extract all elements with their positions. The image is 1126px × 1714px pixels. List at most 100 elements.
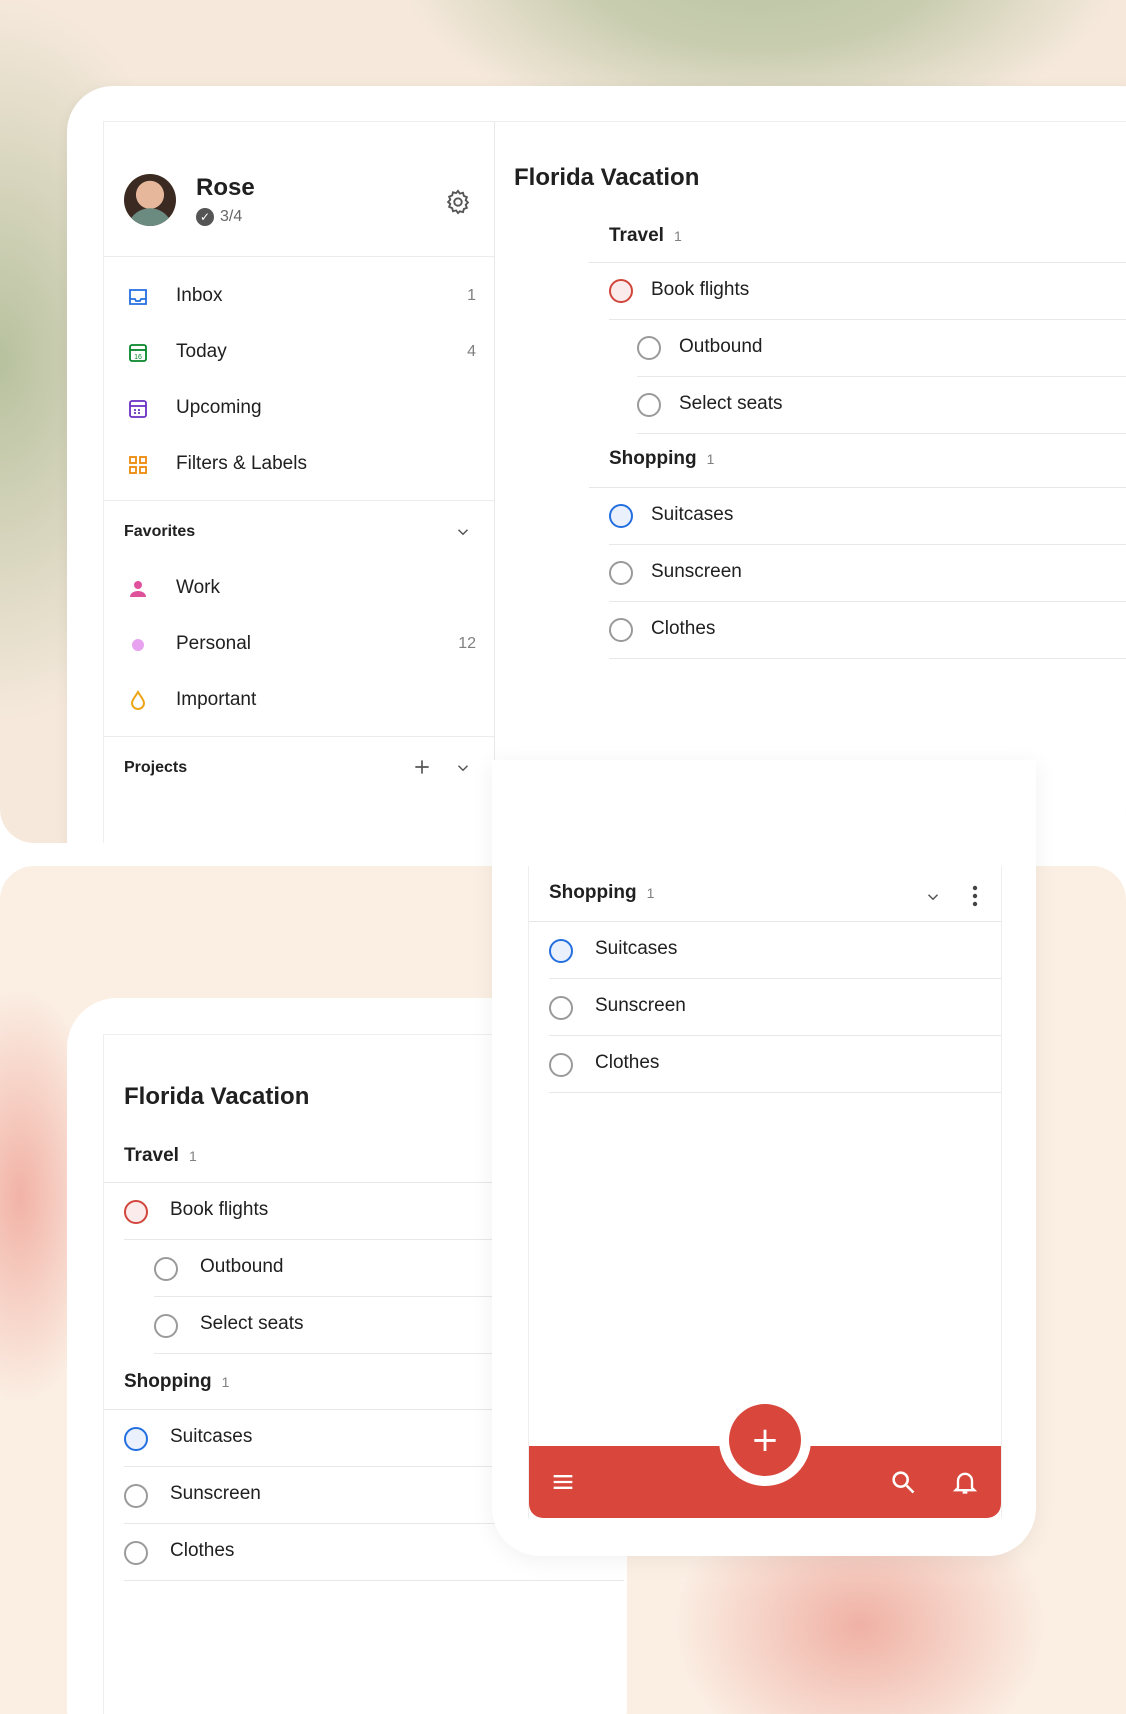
task-checkbox[interactable]	[124, 1484, 148, 1508]
task-title: Outbound	[679, 336, 763, 357]
bottom-app-bar: +	[529, 1394, 1001, 1518]
section-shopping[interactable]: Shopping 1	[549, 882, 654, 904]
task-title: Suitcases	[170, 1426, 253, 1447]
chevron-down-icon[interactable]	[454, 523, 472, 541]
section-count: 1	[706, 451, 715, 467]
task-checkbox[interactable]	[609, 561, 633, 585]
profile-name: Rose	[196, 174, 255, 201]
sidebar-item-filters-labels[interactable]: Filters & Labels	[104, 436, 494, 494]
task-title: Book flights	[651, 279, 750, 300]
profile-header[interactable]: Rose ✓ 3/4	[104, 122, 494, 257]
sidebar-item-today[interactable]: 16 Today 4	[104, 324, 494, 382]
task-row[interactable]: Sunscreen	[549, 979, 1001, 1036]
favorite-item-count: 12	[458, 635, 476, 652]
section-count: 1	[646, 885, 655, 901]
task-checkbox[interactable]	[549, 939, 573, 963]
subtask-row[interactable]: Outbound	[637, 320, 1126, 377]
task-checkbox[interactable]	[124, 1200, 148, 1224]
task-title: Clothes	[651, 618, 716, 639]
favorites-title: Favorites	[124, 523, 196, 540]
sidebar-item-count: 1	[467, 287, 476, 304]
task-title: Suitcases	[651, 504, 734, 525]
task-title: Select seats	[679, 393, 783, 414]
section-name: Shopping	[609, 448, 697, 469]
task-checkbox[interactable]	[154, 1314, 178, 1338]
section-name: Shopping	[549, 882, 637, 903]
karma-value: 3/4	[220, 208, 243, 225]
marketing-collage: Rose ✓ 3/4 Inbox 1 16 Today 4 Upcoming F…	[0, 0, 1126, 1714]
section-shopping[interactable]: Shopping 1	[124, 1371, 229, 1393]
task-row[interactable]: Suitcases	[609, 488, 1126, 545]
task-checkbox[interactable]	[637, 393, 661, 417]
more-icon[interactable]	[965, 884, 985, 908]
task-title: Clothes	[170, 1540, 235, 1561]
section-count: 1	[188, 1148, 197, 1164]
subtask-row[interactable]: Select seats	[637, 377, 1126, 434]
task-title: Suitcases	[595, 938, 678, 959]
favorite-item-label: Work	[176, 577, 220, 598]
section-count: 1	[221, 1374, 230, 1390]
phone-right-screen: Shopping 1 Suitcases Sunscreen Clothes +	[528, 866, 1002, 1518]
tablet-screen: Rose ✓ 3/4 Inbox 1 16 Today 4 Upcoming F…	[103, 121, 1126, 843]
menu-icon[interactable]	[549, 1468, 577, 1496]
bell-icon[interactable]	[951, 1468, 979, 1496]
task-checkbox[interactable]	[124, 1427, 148, 1451]
sidebar-item-inbox[interactable]: Inbox 1	[104, 268, 494, 326]
task-checkbox[interactable]	[124, 1541, 148, 1565]
project-view: Florida Vacation Travel 1 Book flights O…	[494, 122, 1126, 843]
task-checkbox[interactable]	[549, 996, 573, 1020]
section-travel[interactable]: Travel 1	[609, 225, 682, 247]
task-row[interactable]: Sunscreen	[609, 545, 1126, 602]
task-checkbox[interactable]	[637, 336, 661, 360]
favorite-item-work[interactable]: Work	[104, 560, 494, 618]
chevron-down-icon[interactable]	[454, 759, 472, 777]
add-project-icon[interactable]	[412, 757, 432, 777]
search-icon[interactable]	[889, 1468, 917, 1496]
avatar[interactable]	[124, 174, 176, 226]
task-row[interactable]: Book flights	[609, 263, 1126, 320]
section-name: Travel	[124, 1145, 179, 1166]
settings-icon[interactable]	[444, 188, 472, 216]
sidebar-item-upcoming[interactable]: Upcoming	[104, 380, 494, 438]
task-checkbox[interactable]	[154, 1257, 178, 1281]
add-task-button[interactable]: +	[729, 1404, 801, 1476]
karma-check-icon: ✓	[196, 208, 214, 226]
sidebar-item-count: 4	[467, 343, 476, 360]
projects-header[interactable]: Projects	[104, 736, 494, 797]
section-shopping[interactable]: Shopping 1	[609, 448, 714, 470]
project-title: Florida Vacation	[124, 1083, 310, 1110]
task-title: Book flights	[170, 1199, 269, 1220]
svg-text:16: 16	[134, 354, 142, 361]
section-travel[interactable]: Travel 1	[124, 1145, 197, 1167]
task-checkbox[interactable]	[609, 279, 633, 303]
task-title: Sunscreen	[595, 995, 686, 1016]
chevron-down-icon[interactable]	[924, 888, 942, 906]
karma-progress: ✓ 3/4	[196, 208, 242, 226]
favorite-item-label: Important	[176, 689, 257, 710]
upcoming-icon	[129, 400, 147, 418]
task-title: Sunscreen	[170, 1483, 261, 1504]
task-title: Outbound	[200, 1256, 284, 1277]
favorite-item-important[interactable]: Important	[104, 672, 494, 730]
sidebar-item-label: Filters & Labels	[176, 453, 307, 474]
task-checkbox[interactable]	[609, 618, 633, 642]
filters-labels-icon	[129, 456, 147, 474]
section-name: Shopping	[124, 1371, 212, 1392]
favorite-item-personal[interactable]: Personal 12	[104, 616, 494, 674]
task-checkbox[interactable]	[549, 1053, 573, 1077]
task-title: Clothes	[595, 1052, 660, 1073]
section-count: 1	[673, 228, 682, 244]
tablet-showcase-panel: Rose ✓ 3/4 Inbox 1 16 Today 4 Upcoming F…	[0, 0, 1126, 843]
personal-dot-icon	[132, 639, 144, 651]
task-row[interactable]: Clothes	[549, 1036, 1001, 1093]
task-row[interactable]: Suitcases	[549, 922, 1001, 979]
task-title: Sunscreen	[651, 561, 742, 582]
task-checkbox[interactable]	[609, 504, 633, 528]
favorites-header[interactable]: Favorites	[104, 500, 494, 561]
sidebar-item-label: Inbox	[176, 285, 223, 306]
task-title: Select seats	[200, 1313, 304, 1334]
work-icon	[130, 581, 146, 597]
section-name: Travel	[609, 225, 664, 246]
task-row[interactable]: Clothes	[609, 602, 1126, 659]
inbox-icon	[129, 289, 147, 305]
